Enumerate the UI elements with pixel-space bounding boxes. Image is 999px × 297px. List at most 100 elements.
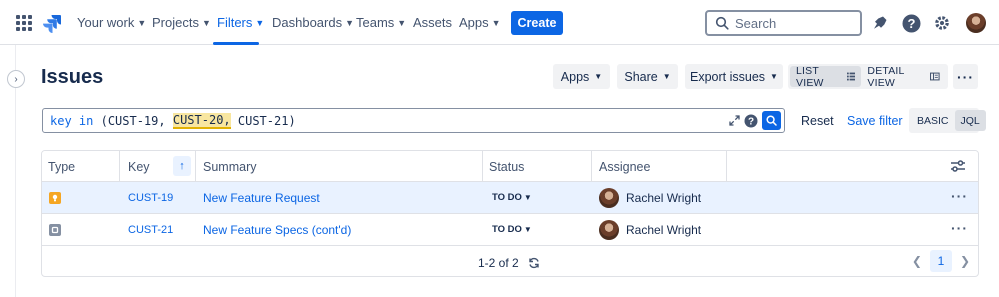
detail-view-label: DETAIL VIEW — [867, 64, 905, 89]
sort-ascending-icon[interactable]: ↑ — [173, 156, 191, 176]
issue-key-link[interactable]: CUST-21 — [128, 224, 173, 236]
nav-filters-label: Filters — [217, 15, 253, 30]
column-header-summary[interactable]: Summary — [203, 160, 256, 174]
jql-space — [231, 114, 238, 128]
run-search-button[interactable] — [762, 111, 781, 130]
notifications-icon[interactable] — [870, 13, 890, 33]
status-dropdown[interactable]: TO DO ▼ — [489, 190, 535, 205]
chevron-down-icon: ▼ — [662, 72, 671, 81]
search-mode-toggle: BASIC JQL — [909, 108, 986, 133]
jql-query-input[interactable]: key in (CUST-19, CUST-20, CUST-21) ? — [42, 108, 785, 133]
chevron-down-icon: ▼ — [523, 225, 532, 234]
previous-page-icon[interactable]: ❮ — [912, 254, 922, 268]
jql-open-paren: ( — [93, 113, 108, 128]
svg-text:?: ? — [748, 116, 754, 127]
nav-teams[interactable]: Teams ▼ — [356, 15, 406, 30]
avatar — [599, 220, 619, 240]
list-view-button[interactable]: LIST VIEW — [790, 65, 862, 89]
row-more-actions-icon[interactable]: ··· — [951, 220, 968, 236]
expand-sidebar-button[interactable]: › — [7, 70, 25, 88]
chevron-right-icon: › — [14, 73, 18, 85]
search-input[interactable]: Search — [705, 10, 862, 36]
basic-mode-button[interactable]: BASIC — [911, 110, 955, 131]
save-filter-button[interactable]: Save filter — [847, 114, 903, 128]
pagination-summary: 1-2 of 2 — [478, 256, 540, 270]
apps-button-label: Apps — [560, 69, 590, 84]
status-dropdown[interactable]: TO DO ▼ — [489, 222, 535, 237]
svg-text:?: ? — [907, 16, 915, 31]
issue-summary-link[interactable]: New Feature Specs (cont'd) — [203, 223, 351, 237]
chevron-down-icon: ▼ — [770, 72, 778, 81]
jql-mode-button[interactable]: JQL — [954, 110, 986, 131]
column-header-assignee[interactable]: Assignee — [599, 160, 650, 174]
avatar — [599, 188, 619, 208]
share-button[interactable]: Share ▼ — [617, 64, 678, 89]
chevron-down-icon: ▼ — [255, 17, 265, 28]
refresh-icon[interactable] — [528, 257, 540, 269]
chevron-down-icon: ▼ — [201, 17, 211, 28]
result-range: 1-2 of 2 — [478, 256, 519, 270]
column-header-key[interactable]: Key — [128, 160, 150, 174]
pagination: ❮ 1 ❯ — [912, 250, 970, 272]
column-settings-icon[interactable] — [950, 159, 966, 173]
reset-button[interactable]: Reset — [801, 114, 834, 128]
chevron-down-icon: ▼ — [397, 17, 407, 28]
page-number-button[interactable]: 1 — [929, 250, 952, 272]
chevron-down-icon: ▼ — [491, 17, 501, 28]
assignee-name: Rachel Wright — [626, 191, 702, 205]
nav-assets[interactable]: Assets — [413, 15, 452, 30]
chevron-down-icon: ▼ — [345, 17, 355, 28]
column-divider — [195, 151, 196, 182]
settings-icon[interactable] — [932, 13, 952, 33]
more-actions-button[interactable]: ··· — [953, 64, 978, 89]
nav-apps[interactable]: Apps ▼ — [459, 15, 501, 30]
table-header: Type Key ↑ Summary Status Assignee — [42, 151, 978, 182]
column-header-type[interactable]: Type — [48, 160, 75, 174]
help-icon[interactable]: ? — [901, 13, 921, 33]
nav-dashboards-label: Dashboards — [272, 15, 343, 30]
detail-view-button[interactable]: DETAIL VIEW — [861, 64, 946, 89]
issue-summary-link[interactable]: New Feature Request — [203, 191, 320, 205]
nav-projects-label: Projects — [152, 15, 199, 30]
user-avatar[interactable] — [966, 13, 986, 33]
column-divider — [726, 151, 727, 182]
share-button-label: Share — [624, 69, 658, 84]
nav-teams-label: Teams — [356, 15, 395, 30]
active-tab-indicator — [213, 42, 259, 45]
export-issues-label: Export issues — [690, 69, 766, 84]
detail-view-icon — [930, 72, 940, 81]
issues-table: Type Key ↑ Summary Status Assignee CUST-… — [41, 150, 979, 277]
help-icon[interactable]: ? — [744, 114, 758, 128]
next-page-icon[interactable]: ❯ — [960, 254, 970, 268]
nav-dashboards[interactable]: Dashboards ▼ — [272, 15, 354, 30]
nav-apps-label: Apps — [459, 15, 489, 30]
nav-filters[interactable]: Filters ▼ — [217, 15, 264, 30]
table-row[interactable]: CUST-19 New Feature Request TO DO ▼ Rache… — [42, 182, 978, 214]
apps-button[interactable]: Apps ▼ — [553, 64, 610, 89]
nav-projects[interactable]: Projects ▼ — [152, 15, 211, 30]
list-icon — [846, 72, 856, 81]
table-row[interactable]: CUST-21 New Feature Specs (cont'd) TO DO… — [42, 214, 978, 246]
issue-key-link[interactable]: CUST-19 — [128, 192, 173, 204]
expand-icon[interactable] — [729, 115, 740, 126]
export-issues-button[interactable]: Export issues ▼ — [685, 64, 783, 89]
column-header-status[interactable]: Status — [489, 160, 524, 174]
chevron-down-icon: ▼ — [523, 193, 532, 202]
column-divider — [119, 151, 120, 182]
search-icon — [766, 115, 777, 126]
assignee-cell[interactable]: Rachel Wright — [599, 188, 701, 208]
jql-actions: ? — [729, 111, 781, 130]
row-more-actions-icon[interactable]: ··· — [951, 188, 968, 204]
app-switcher-icon[interactable] — [16, 15, 32, 31]
assignee-cell[interactable]: Rachel Wright — [599, 220, 701, 240]
chevron-down-icon: ▼ — [137, 17, 147, 28]
create-button[interactable]: Create — [511, 11, 563, 35]
nav-your-work[interactable]: Your work ▼ — [77, 15, 146, 30]
jira-logo[interactable] — [42, 13, 62, 33]
assignee-name: Rachel Wright — [626, 223, 702, 237]
column-divider — [591, 151, 592, 182]
nav-your-work-label: Your work — [77, 15, 135, 30]
jql-space — [166, 114, 173, 128]
status-label: TO DO — [492, 192, 522, 203]
page-title: Issues — [41, 66, 104, 88]
